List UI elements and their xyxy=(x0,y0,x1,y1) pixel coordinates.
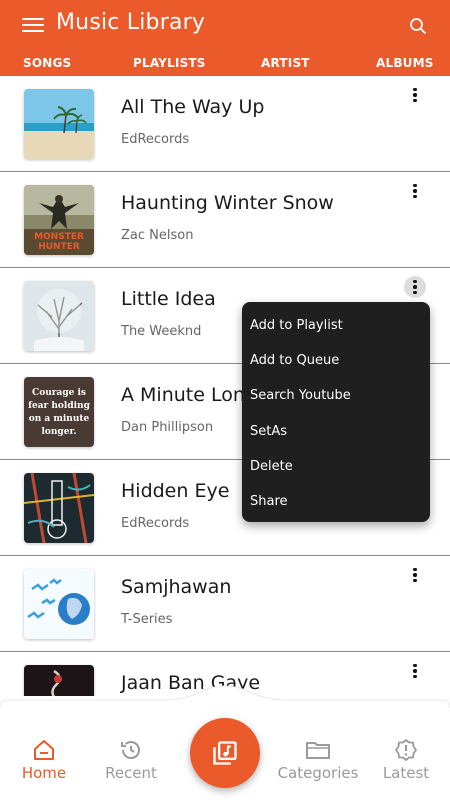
birds-silhouette-icon xyxy=(24,569,94,639)
song-row[interactable]: MONSTER HUNTER Haunting Winter Snow Zac … xyxy=(0,172,450,268)
nav-recent[interactable]: Recent xyxy=(100,738,162,782)
category-tabs: SONGS PLAYLISTS ARTIST ALBUMS xyxy=(0,54,450,76)
hamburger-menu-icon[interactable] xyxy=(22,14,44,36)
song-row[interactable]: All The Way Up EdRecords xyxy=(0,76,450,172)
nav-label: Recent xyxy=(105,764,157,782)
album-art-text: on a minute xyxy=(29,414,90,424)
song-title: Haunting Winter Snow xyxy=(121,192,334,214)
song-title: Little Idea xyxy=(121,288,216,310)
more-options-icon[interactable] xyxy=(404,180,426,202)
song-artist: Dan Phillipson xyxy=(121,420,214,435)
context-menu: Add to Playlist Add to Queue Search Yout… xyxy=(242,302,430,522)
app-bar: Music Library SONGS PLAYLISTS ARTIST ALB… xyxy=(0,0,450,76)
album-art-text: longer. xyxy=(41,427,76,437)
menu-item-add-to-playlist[interactable]: Add to Playlist xyxy=(242,308,430,343)
nav-home[interactable]: Home xyxy=(18,738,70,782)
menu-item-delete[interactable]: Delete xyxy=(242,449,430,484)
song-title: Samjhawan xyxy=(121,576,232,598)
album-art-text: fear holding xyxy=(28,401,91,411)
tab-songs[interactable]: SONGS xyxy=(23,56,71,70)
menu-item-add-to-queue[interactable]: Add to Queue xyxy=(242,343,430,378)
music-library-button[interactable] xyxy=(190,718,260,788)
song-artist: The Weeknd xyxy=(121,324,202,339)
more-options-icon[interactable] xyxy=(404,84,426,106)
more-options-icon[interactable] xyxy=(404,564,426,586)
abstract-guitar-icon xyxy=(24,473,94,543)
song-title: A Minute Long xyxy=(121,384,257,406)
snow-tree-icon xyxy=(24,281,94,351)
more-options-icon[interactable] xyxy=(404,276,426,298)
album-art-text: MONSTER xyxy=(34,232,84,242)
menu-item-set-as[interactable]: SetAs xyxy=(242,414,430,449)
album-art-text: Courage is xyxy=(32,388,86,398)
song-artist: EdRecords xyxy=(121,516,190,531)
nav-label: Latest xyxy=(382,764,430,782)
music-library-icon xyxy=(213,741,237,765)
menu-item-share[interactable]: Share xyxy=(242,484,430,519)
search-icon[interactable] xyxy=(408,16,428,36)
menu-item-search-youtube[interactable]: Search Youtube xyxy=(242,378,430,413)
song-artist: T-Series xyxy=(121,612,173,627)
monster-hunter-icon: MONSTER HUNTER xyxy=(24,185,94,255)
nav-label: Categories xyxy=(277,764,359,782)
history-icon xyxy=(121,741,140,759)
song-row[interactable]: Samjhawan T-Series xyxy=(0,556,450,652)
more-options-icon[interactable] xyxy=(404,660,426,682)
tab-artist[interactable]: ARTIST xyxy=(261,56,310,70)
song-artist: EdRecords xyxy=(121,132,190,147)
nav-label: Home xyxy=(21,764,67,782)
beach-icon xyxy=(24,89,94,159)
album-art-text: HUNTER xyxy=(38,242,80,252)
nav-latest[interactable]: Latest xyxy=(380,738,432,782)
song-title: Hidden Eye xyxy=(121,480,230,502)
folder-icon xyxy=(306,742,330,759)
page-title: Music Library xyxy=(56,10,206,35)
badge-alert-icon xyxy=(395,739,417,761)
tab-albums[interactable]: ALBUMS xyxy=(376,56,434,70)
song-title: All The Way Up xyxy=(121,96,265,118)
home-icon xyxy=(34,740,54,760)
nav-categories[interactable]: Categories xyxy=(274,738,362,782)
tab-playlists[interactable]: PLAYLISTS xyxy=(133,56,206,70)
song-artist: Zac Nelson xyxy=(121,228,194,243)
quote-icon: Courage is fear holding on a minute long… xyxy=(24,377,94,447)
